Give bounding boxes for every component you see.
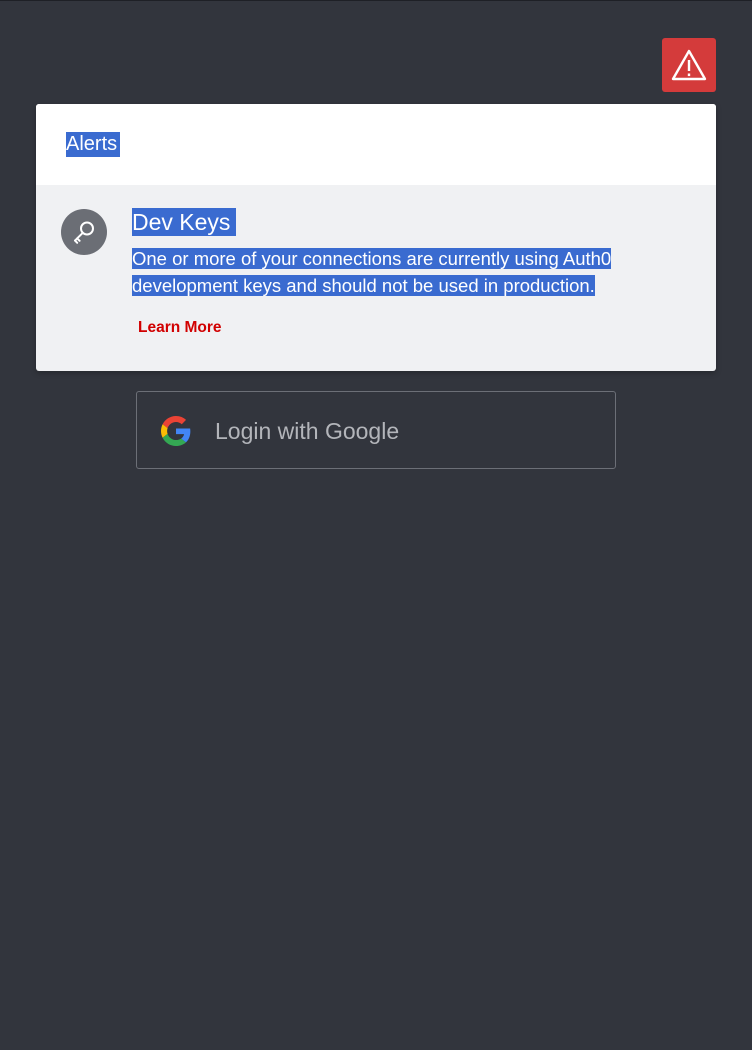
key-avatar <box>61 209 107 255</box>
google-icon <box>161 416 191 446</box>
alert-body-line-2: development keys and should not be used … <box>132 275 595 296</box>
alerts-title: Alerts <box>66 132 121 157</box>
login-screen: Alerts Dev Keys One or more of your conn… <box>0 0 752 1050</box>
login-with-google-button[interactable]: Login with Google <box>136 391 616 469</box>
alerts-header: Alerts <box>36 104 716 185</box>
alert-item-dev-keys: Dev Keys One or more of your connections… <box>36 185 716 371</box>
alert-body: One or more of your connections are curr… <box>132 245 652 299</box>
login-with-google-label: Login with Google <box>215 418 400 444</box>
alert-body-line-1: One or more of your connections are curr… <box>132 248 612 269</box>
alert-heading: Dev Keys <box>132 208 237 236</box>
learn-more-link[interactable]: Learn More <box>138 319 222 337</box>
alerts-toggle-button[interactable] <box>662 38 716 92</box>
alerts-panel: Alerts Dev Keys One or more of your conn… <box>36 104 716 371</box>
warning-triangle-icon <box>671 49 707 81</box>
key-icon <box>74 221 94 244</box>
